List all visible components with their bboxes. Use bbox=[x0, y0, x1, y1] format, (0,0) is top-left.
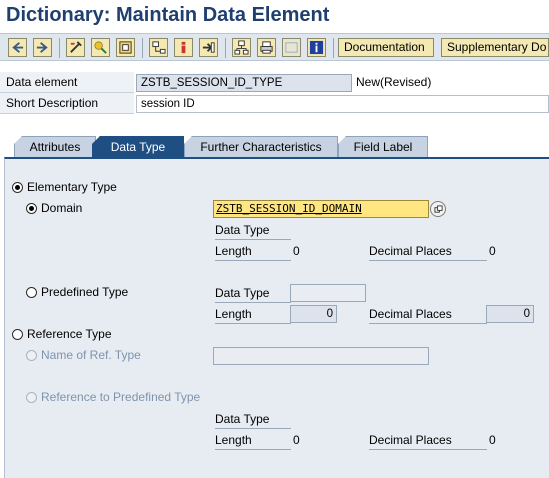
predefined-data-type-field bbox=[290, 284, 366, 302]
domain-decimal-places-label: Decimal Places bbox=[369, 244, 487, 261]
predefined-length-field: 0 bbox=[290, 305, 337, 323]
page-title: Dictionary: Maintain Data Element bbox=[6, 4, 330, 26]
ref-length-value: 0 bbox=[293, 433, 300, 447]
predefined-decimal-places-field: 0 bbox=[486, 305, 534, 323]
ref-to-predefined-radio bbox=[26, 392, 37, 403]
elementary-type-label: Elementary Type bbox=[27, 180, 117, 194]
predefined-data-type-label: Data Type bbox=[215, 286, 291, 303]
back-arrow-icon[interactable] bbox=[8, 38, 27, 57]
print-icon[interactable] bbox=[257, 38, 276, 57]
name-of-ref-type-radio bbox=[26, 350, 37, 361]
title-bar: Dictionary: Maintain Data Element bbox=[0, 0, 549, 32]
tab-attributes[interactable]: Attributes bbox=[14, 136, 96, 158]
domain-length-label: Length bbox=[215, 244, 291, 261]
tab-further-characteristics[interactable]: Further Characteristics bbox=[184, 136, 338, 158]
where-used-icon[interactable] bbox=[232, 38, 251, 57]
header-area: Data element ZSTB_SESSION_ID_TYPE New(Re… bbox=[0, 62, 549, 116]
short-description-row: Short Description session ID bbox=[0, 93, 549, 114]
domain-input[interactable]: ZSTB_SESSION_ID_DOMAIN bbox=[213, 200, 429, 218]
activate-icon[interactable] bbox=[91, 38, 110, 57]
tab-data-type[interactable]: Data Type bbox=[92, 136, 184, 158]
disabled-tool-icon bbox=[282, 38, 301, 57]
data-element-label: Data element bbox=[0, 72, 134, 93]
ref-data-type-label: Data Type bbox=[215, 412, 291, 429]
predefined-type-label: Predefined Type bbox=[41, 285, 129, 299]
reference-type-radio[interactable] bbox=[12, 329, 23, 340]
info-icon[interactable] bbox=[174, 38, 193, 57]
elementary-type-radio[interactable] bbox=[12, 182, 23, 193]
forward-arrow-icon[interactable] bbox=[33, 38, 52, 57]
display-change-icon[interactable] bbox=[66, 38, 85, 57]
data-element-row: Data element ZSTB_SESSION_ID_TYPE New(Re… bbox=[0, 72, 549, 93]
other-object-icon[interactable] bbox=[116, 38, 135, 57]
supplementary-documentation-button[interactable]: Supplementary Do bbox=[441, 38, 549, 57]
short-description-label: Short Description bbox=[0, 93, 134, 114]
short-description-input[interactable]: session ID bbox=[136, 95, 549, 113]
name-of-ref-type-label: Name of Ref. Type bbox=[41, 348, 141, 362]
toolbar-separator bbox=[225, 38, 226, 58]
ref-decimal-places-value: 0 bbox=[489, 433, 496, 447]
domain-data-type-label: Data Type bbox=[215, 223, 291, 240]
tabstrip: Attributes Data Type Further Characteris… bbox=[0, 136, 549, 158]
ref-length-label: Length bbox=[215, 433, 291, 450]
toolbar-separator bbox=[142, 38, 143, 58]
tab-field-label[interactable]: Field Label bbox=[338, 136, 428, 158]
toolbar-separator bbox=[59, 38, 60, 58]
predefined-decimal-places-label: Decimal Places bbox=[369, 307, 487, 324]
data-element-field: ZSTB_SESSION_ID_TYPE bbox=[136, 74, 352, 92]
information-icon[interactable] bbox=[307, 38, 326, 57]
documentation-button[interactable]: Documentation bbox=[338, 38, 434, 57]
toolbar-separator bbox=[333, 38, 334, 58]
domain-decimal-places-value: 0 bbox=[489, 244, 496, 258]
status-text: New(Revised) bbox=[356, 75, 432, 89]
application-toolbar: Documentation Supplementary Do bbox=[0, 33, 549, 61]
domain-label: Domain bbox=[41, 201, 83, 215]
domain-radio[interactable] bbox=[26, 203, 37, 214]
reference-type-label: Reference Type bbox=[27, 327, 112, 341]
name-of-ref-type-field bbox=[213, 347, 429, 365]
value-help-icon[interactable] bbox=[430, 201, 446, 217]
navigation-icon[interactable] bbox=[199, 38, 218, 57]
predefined-type-radio[interactable] bbox=[26, 287, 37, 298]
ref-decimal-places-label: Decimal Places bbox=[369, 433, 487, 450]
ref-to-predefined-label: Reference to Predefined Type bbox=[41, 390, 201, 404]
hierarchy-icon[interactable] bbox=[149, 38, 168, 57]
predefined-length-label: Length bbox=[215, 307, 291, 324]
domain-length-value: 0 bbox=[293, 244, 300, 258]
